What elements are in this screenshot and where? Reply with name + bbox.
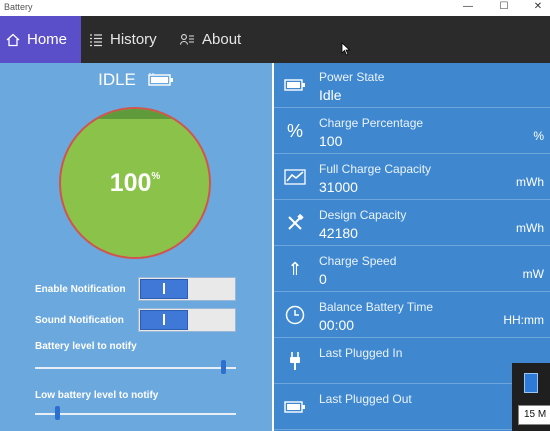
percentage-value: 100 [109, 169, 152, 197]
row-value: 31000 [319, 179, 358, 195]
percent-sign: % [151, 171, 161, 182]
battery-tray-icon[interactable] [524, 373, 538, 393]
battery-icon [282, 395, 308, 419]
state-row: IDLE [0, 69, 272, 91]
close-button[interactable]: ✕ [522, 0, 550, 14]
minimize-button[interactable]: — [452, 0, 484, 14]
row-value: 42180 [319, 225, 358, 241]
row-label: Charge Percentage [319, 116, 424, 130]
row-label: Design Capacity [319, 208, 407, 222]
low-battery-slider[interactable] [35, 413, 236, 415]
toggle-knob [163, 314, 165, 325]
row-label: Charge Speed [319, 254, 397, 268]
row-label: Last Plugged In [319, 346, 403, 360]
battery-level-slider[interactable] [35, 367, 236, 369]
enable-notification-toggle[interactable] [138, 277, 236, 301]
list-icon [90, 33, 102, 46]
chart-icon [282, 165, 308, 189]
tab-history-label: History [110, 31, 157, 48]
info-row-balance-battery-time: Balance Battery Time 00:00 HH:mm [274, 293, 550, 338]
gauge-top-cap [61, 109, 209, 119]
info-row-power-state: Power State Idle [274, 63, 550, 108]
sound-notification-toggle[interactable] [138, 308, 236, 332]
info-row-design-capacity: Design Capacity 42180 mWh [274, 201, 550, 246]
row-unit: mWh [516, 221, 544, 235]
enable-notification-label: Enable Notification [35, 284, 126, 295]
gauge-percentage: 100% [61, 169, 209, 198]
tray-time: 15 M [518, 405, 550, 425]
row-value: 100 [319, 133, 343, 149]
taskbar-tray: 15 M [512, 363, 550, 431]
tab-about[interactable]: About [180, 16, 260, 63]
info-row-last-plugged-out: Last Plugged Out [274, 385, 550, 430]
row-unit: mW [522, 267, 544, 281]
tab-history[interactable]: History [89, 16, 169, 63]
row-unit: HH:mm [503, 313, 544, 327]
row-value: Idle [319, 87, 342, 103]
row-label: Last Plugged Out [319, 392, 412, 406]
row-unit: mWh [516, 175, 544, 189]
battery-state-text: IDLE [98, 70, 136, 89]
left-panel: IDLE 100% Enable Notification Sound Noti… [0, 63, 272, 431]
sound-notification-label: Sound Notification [35, 315, 124, 326]
toggle-knob [163, 283, 165, 294]
battery-full-icon [148, 73, 173, 86]
contact-icon [180, 34, 194, 45]
tools-icon [282, 211, 308, 235]
tab-home[interactable]: Home [0, 16, 81, 63]
row-label: Balance Battery Time [319, 300, 434, 314]
row-label: Power State [319, 70, 385, 84]
info-row-full-charge-capacity: Full Charge Capacity 31000 mWh [274, 155, 550, 200]
title-bar: Battery — ☐ ✕ [0, 0, 550, 16]
info-row-charge-speed: ⇑ Charge Speed 0 mW [274, 247, 550, 292]
tab-about-label: About [202, 31, 242, 48]
maximize-button[interactable]: ☐ [488, 0, 520, 14]
low-battery-slider-thumb[interactable] [54, 406, 60, 420]
battery-level-slider-thumb[interactable] [221, 360, 227, 374]
battery-level-label: Battery level to notify [35, 341, 137, 352]
nav-bar: Home History About [0, 16, 550, 63]
row-value: 0 [319, 271, 327, 287]
mouse-cursor-icon [341, 42, 351, 56]
clock-icon [282, 303, 308, 327]
window-title: Battery [4, 2, 33, 12]
plug-icon [282, 349, 308, 373]
right-panel: Power State Idle % Charge Percentage 100… [274, 63, 550, 431]
home-icon [6, 33, 20, 46]
row-label: Full Charge Capacity [319, 162, 432, 176]
row-unit: % [533, 129, 544, 143]
info-row-charge-percentage: % Charge Percentage 100 % [274, 109, 550, 154]
percent-icon: % [286, 120, 303, 141]
row-value: 00:00 [319, 317, 355, 333]
info-row-last-plugged-in: Last Plugged In [274, 339, 550, 384]
battery-gauge: 100% [59, 107, 211, 259]
tab-home-label: Home [27, 31, 68, 48]
battery-icon [282, 73, 308, 97]
low-battery-label: Low battery level to notify [35, 390, 159, 401]
arrow-up-icon: ⇑ [287, 258, 303, 279]
